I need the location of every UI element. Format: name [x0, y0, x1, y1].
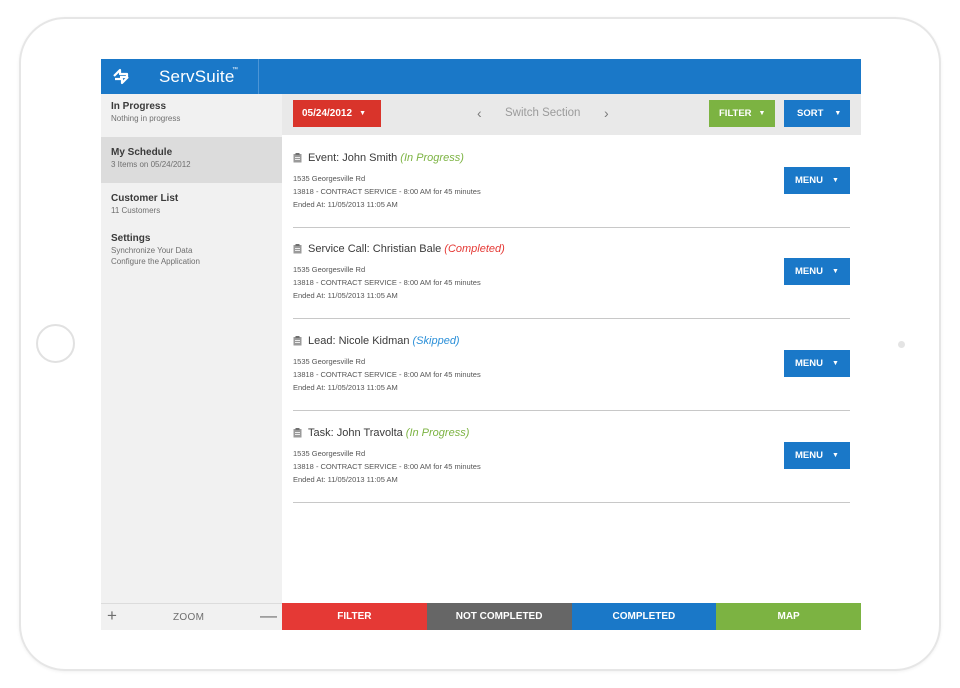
clipboard-icon — [293, 244, 302, 254]
caret-down-icon: ▼ — [831, 360, 839, 367]
caret-down-icon: ▼ — [359, 110, 366, 117]
sidebar-item-customer-list[interactable]: Customer List 11 Customers — [101, 183, 282, 229]
schedule-panel: 05/24/2012 ▼ ‹ Switch Section › FILTER ▼… — [282, 94, 861, 603]
entry-title-row: Event: John Smith (In Progress) — [293, 152, 464, 164]
previous-section-button[interactable]: ‹ — [477, 105, 482, 121]
schedule-entry[interactable]: Task: John Travolta (In Progress) 1535 G… — [293, 411, 850, 503]
entry-ended: Ended At: 11/05/2013 11:05 AM — [293, 383, 398, 392]
schedule-toolbar: 05/24/2012 ▼ ‹ Switch Section › FILTER ▼… — [282, 94, 861, 135]
entry-menu-button[interactable]: MENU ▼ — [784, 258, 850, 285]
sidebar-item-subtitle: Nothing in progress — [111, 114, 181, 123]
caret-down-icon: ▼ — [831, 268, 839, 275]
entry-status: (Skipped) — [412, 335, 460, 347]
caret-down-icon: ▼ — [834, 110, 842, 117]
caret-down-icon: ▼ — [758, 110, 766, 117]
sidebar-item-subtitle: 3 Items on 05/24/2012 — [111, 160, 191, 169]
menu-label: MENU — [795, 266, 823, 277]
bottom-tab-bar: FILTER NOT COMPLETED COMPLETED MAP — [282, 603, 861, 630]
entry-ended: Ended At: 11/05/2013 11:05 AM — [293, 200, 398, 209]
caret-down-icon: ▼ — [831, 177, 839, 184]
entry-service: 13818 - CONTRACT SERVICE - 8:00 AM for 4… — [293, 462, 481, 471]
schedule-entry[interactable]: Service Call: Christian Bale (Completed)… — [293, 227, 850, 319]
entry-ended: Ended At: 11/05/2013 11:05 AM — [293, 291, 398, 300]
sidebar-item-in-progress[interactable]: In Progress Nothing in progress — [101, 94, 282, 137]
sidebar-item-subtitle: Configure the Application — [111, 257, 200, 266]
entry-title-row: Service Call: Christian Bale (Completed) — [293, 243, 505, 255]
tab-filter[interactable]: FILTER — [282, 603, 427, 630]
sort-label: SORT — [797, 108, 824, 119]
zoom-label: ZOOM — [173, 612, 205, 623]
entry-title: Event: John Smith — [308, 152, 398, 164]
menu-label: MENU — [795, 450, 823, 461]
home-button[interactable] — [36, 324, 75, 363]
entry-status: (In Progress) — [400, 152, 464, 164]
entry-menu-button[interactable]: MENU ▼ — [784, 442, 850, 469]
entry-service: 13818 - CONTRACT SERVICE - 8:00 AM for 4… — [293, 370, 481, 379]
clipboard-icon — [293, 336, 302, 346]
clipboard-icon — [293, 428, 302, 438]
entry-title-row: Lead: Nicole Kidman (Skipped) — [293, 335, 460, 347]
entry-title: Task: John Travolta — [308, 427, 403, 439]
app-header: ServSuite ™ — [101, 59, 861, 94]
entry-status: (In Progress) — [405, 427, 470, 439]
tab-not-completed[interactable]: NOT COMPLETED — [426, 603, 572, 630]
sidebar-item-my-schedule[interactable]: My Schedule 3 Items on 05/24/2012 — [101, 137, 282, 183]
entry-title: Lead: Nicole Kidman — [308, 335, 410, 347]
schedule-entry[interactable]: Event: John Smith (In Progress) 1535 Geo… — [293, 136, 850, 228]
camera-dot — [898, 341, 905, 348]
entry-address: 1535 Georgesville Rd — [293, 265, 366, 274]
brand-block[interactable]: ServSuite ™ — [101, 59, 259, 94]
sidebar-item-subtitle: 11 Customers — [111, 206, 161, 215]
servsuite-logo-icon — [113, 68, 129, 85]
entry-service: 13818 - CONTRACT SERVICE - 8:00 AM for 4… — [293, 278, 481, 287]
entry-menu-button[interactable]: MENU ▼ — [784, 350, 850, 377]
entry-title-row: Task: John Travolta (In Progress) — [293, 427, 469, 439]
app-name: ServSuite — [159, 67, 235, 86]
sidebar-item-title: In Progress — [111, 101, 167, 112]
entry-menu-button[interactable]: MENU ▼ — [784, 167, 850, 194]
schedule-entry[interactable]: Lead: Nicole Kidman (Skipped) 1535 Georg… — [293, 319, 850, 411]
clipboard-icon — [293, 153, 302, 163]
menu-label: MENU — [795, 175, 823, 186]
entry-title: Service Call: Christian Bale — [308, 243, 442, 255]
zoom-in-button[interactable]: + — [107, 607, 117, 625]
sort-button[interactable]: SORT ▼ — [784, 100, 850, 127]
sidebar: In Progress Nothing in progress My Sched… — [101, 94, 282, 603]
entry-address: 1535 Georgesville Rd — [293, 449, 366, 458]
date-label: 05/24/2012 — [302, 108, 353, 119]
menu-label: MENU — [795, 358, 823, 369]
sidebar-item-title: Settings — [111, 233, 151, 244]
tab-map[interactable]: MAP — [716, 603, 861, 630]
sidebar-item-title: Customer List — [111, 193, 179, 204]
switch-section-label: Switch Section — [505, 107, 581, 119]
zoom-out-button[interactable]: — — [260, 607, 277, 625]
sidebar-item-title: My Schedule — [111, 147, 173, 158]
entry-status: (Completed) — [444, 243, 505, 255]
filter-button[interactable]: FILTER ▼ — [709, 100, 775, 127]
entry-service: 13818 - CONTRACT SERVICE - 8:00 AM for 4… — [293, 187, 481, 196]
entry-address: 1535 Georgesville Rd — [293, 357, 366, 366]
entry-address: 1535 Georgesville Rd — [293, 174, 366, 183]
entry-ended: Ended At: 11/05/2013 11:05 AM — [293, 475, 398, 484]
tab-completed[interactable]: COMPLETED — [571, 603, 717, 630]
trademark-mark: ™ — [232, 67, 238, 73]
next-section-button[interactable]: › — [604, 105, 609, 121]
app-screen: ServSuite ™ In Progress Nothing in progr… — [101, 59, 861, 630]
date-picker-button[interactable]: 05/24/2012 ▼ — [293, 100, 381, 127]
zoom-control: + ZOOM — — [101, 603, 282, 630]
filter-label: FILTER — [719, 108, 752, 119]
sidebar-item-subtitle: Synchronize Your Data — [111, 246, 193, 255]
caret-down-icon: ▼ — [831, 452, 839, 459]
sidebar-item-settings[interactable]: Settings Synchronize Your Data Configure… — [101, 229, 282, 275]
